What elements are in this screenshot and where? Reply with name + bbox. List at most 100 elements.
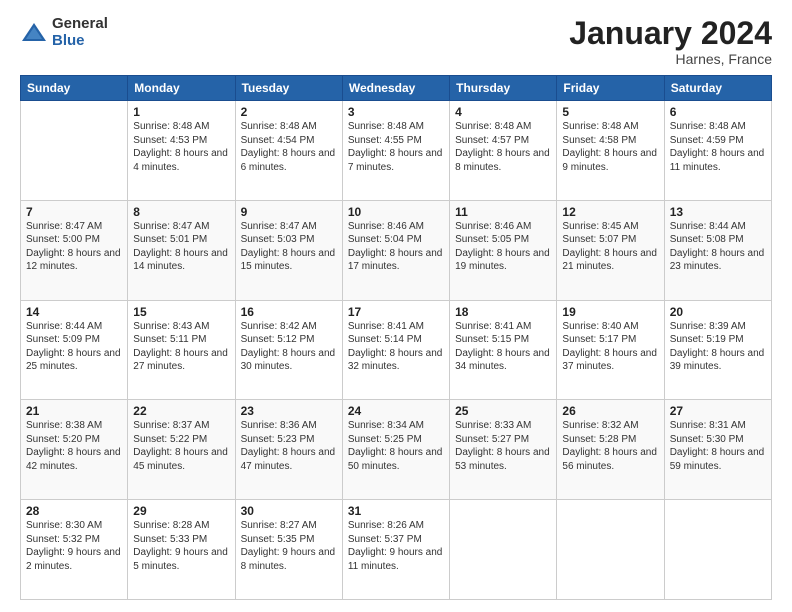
table-row: 23 Sunrise: 8:36 AMSunset: 5:23 PMDaylig…	[235, 400, 342, 500]
day-number: 28	[26, 504, 122, 518]
col-sunday: Sunday	[21, 76, 128, 101]
month-title: January 2024	[569, 16, 772, 51]
day-info: Sunrise: 8:32 AMSunset: 5:28 PMDaylight:…	[562, 420, 657, 472]
day-number: 2	[241, 105, 337, 119]
day-number: 9	[241, 205, 337, 219]
table-row: 24 Sunrise: 8:34 AMSunset: 5:25 PMDaylig…	[342, 400, 449, 500]
table-row: 2 Sunrise: 8:48 AMSunset: 4:54 PMDayligh…	[235, 101, 342, 201]
table-row: 15 Sunrise: 8:43 AMSunset: 5:11 PMDaylig…	[128, 300, 235, 400]
day-number: 27	[670, 404, 766, 418]
table-row: 8 Sunrise: 8:47 AMSunset: 5:01 PMDayligh…	[128, 200, 235, 300]
table-row: 25 Sunrise: 8:33 AMSunset: 5:27 PMDaylig…	[450, 400, 557, 500]
day-number: 4	[455, 105, 551, 119]
day-number: 5	[562, 105, 658, 119]
table-row: 12 Sunrise: 8:45 AMSunset: 5:07 PMDaylig…	[557, 200, 664, 300]
day-info: Sunrise: 8:48 AMSunset: 4:54 PMDaylight:…	[241, 121, 336, 173]
day-info: Sunrise: 8:42 AMSunset: 5:12 PMDaylight:…	[241, 321, 336, 373]
calendar-page: General Blue January 2024 Harnes, France…	[0, 0, 792, 612]
table-row: 27 Sunrise: 8:31 AMSunset: 5:30 PMDaylig…	[664, 400, 771, 500]
day-number: 12	[562, 205, 658, 219]
table-row	[21, 101, 128, 201]
title-block: January 2024 Harnes, France	[569, 16, 772, 67]
table-row: 17 Sunrise: 8:41 AMSunset: 5:14 PMDaylig…	[342, 300, 449, 400]
table-row: 22 Sunrise: 8:37 AMSunset: 5:22 PMDaylig…	[128, 400, 235, 500]
day-info: Sunrise: 8:41 AMSunset: 5:15 PMDaylight:…	[455, 321, 550, 373]
day-info: Sunrise: 8:36 AMSunset: 5:23 PMDaylight:…	[241, 420, 336, 472]
day-number: 13	[670, 205, 766, 219]
col-monday: Monday	[128, 76, 235, 101]
table-row: 21 Sunrise: 8:38 AMSunset: 5:20 PMDaylig…	[21, 400, 128, 500]
day-info: Sunrise: 8:48 AMSunset: 4:57 PMDaylight:…	[455, 121, 550, 173]
day-info: Sunrise: 8:37 AMSunset: 5:22 PMDaylight:…	[133, 420, 228, 472]
header: General Blue January 2024 Harnes, France	[20, 16, 772, 67]
day-number: 29	[133, 504, 229, 518]
day-info: Sunrise: 8:48 AMSunset: 4:53 PMDaylight:…	[133, 121, 228, 173]
day-number: 23	[241, 404, 337, 418]
day-info: Sunrise: 8:48 AMSunset: 4:58 PMDaylight:…	[562, 121, 657, 173]
day-info: Sunrise: 8:31 AMSunset: 5:30 PMDaylight:…	[670, 420, 765, 472]
col-tuesday: Tuesday	[235, 76, 342, 101]
table-row: 30 Sunrise: 8:27 AMSunset: 5:35 PMDaylig…	[235, 500, 342, 600]
table-row: 31 Sunrise: 8:26 AMSunset: 5:37 PMDaylig…	[342, 500, 449, 600]
day-number: 6	[670, 105, 766, 119]
table-row	[450, 500, 557, 600]
day-info: Sunrise: 8:38 AMSunset: 5:20 PMDaylight:…	[26, 420, 121, 472]
day-number: 21	[26, 404, 122, 418]
day-number: 10	[348, 205, 444, 219]
col-friday: Friday	[557, 76, 664, 101]
logo-blue: Blue	[52, 33, 108, 50]
table-row: 4 Sunrise: 8:48 AMSunset: 4:57 PMDayligh…	[450, 101, 557, 201]
day-number: 16	[241, 305, 337, 319]
day-number: 24	[348, 404, 444, 418]
calendar-row: 28 Sunrise: 8:30 AMSunset: 5:32 PMDaylig…	[21, 500, 772, 600]
table-row: 13 Sunrise: 8:44 AMSunset: 5:08 PMDaylig…	[664, 200, 771, 300]
table-row: 3 Sunrise: 8:48 AMSunset: 4:55 PMDayligh…	[342, 101, 449, 201]
table-row: 5 Sunrise: 8:48 AMSunset: 4:58 PMDayligh…	[557, 101, 664, 201]
day-info: Sunrise: 8:47 AMSunset: 5:01 PMDaylight:…	[133, 221, 228, 273]
day-info: Sunrise: 8:39 AMSunset: 5:19 PMDaylight:…	[670, 321, 765, 373]
day-info: Sunrise: 8:34 AMSunset: 5:25 PMDaylight:…	[348, 420, 443, 472]
day-info: Sunrise: 8:46 AMSunset: 5:05 PMDaylight:…	[455, 221, 550, 273]
table-row: 19 Sunrise: 8:40 AMSunset: 5:17 PMDaylig…	[557, 300, 664, 400]
table-row: 1 Sunrise: 8:48 AMSunset: 4:53 PMDayligh…	[128, 101, 235, 201]
day-info: Sunrise: 8:46 AMSunset: 5:04 PMDaylight:…	[348, 221, 443, 273]
table-row	[664, 500, 771, 600]
logo: General Blue	[20, 16, 108, 49]
day-info: Sunrise: 8:47 AMSunset: 5:03 PMDaylight:…	[241, 221, 336, 273]
day-number: 7	[26, 205, 122, 219]
day-number: 1	[133, 105, 229, 119]
day-number: 18	[455, 305, 551, 319]
day-number: 3	[348, 105, 444, 119]
calendar-table: Sunday Monday Tuesday Wednesday Thursday…	[20, 75, 772, 600]
col-wednesday: Wednesday	[342, 76, 449, 101]
table-row: 14 Sunrise: 8:44 AMSunset: 5:09 PMDaylig…	[21, 300, 128, 400]
table-row: 6 Sunrise: 8:48 AMSunset: 4:59 PMDayligh…	[664, 101, 771, 201]
day-info: Sunrise: 8:28 AMSunset: 5:33 PMDaylight:…	[133, 520, 228, 572]
table-row: 18 Sunrise: 8:41 AMSunset: 5:15 PMDaylig…	[450, 300, 557, 400]
day-number: 22	[133, 404, 229, 418]
table-row: 28 Sunrise: 8:30 AMSunset: 5:32 PMDaylig…	[21, 500, 128, 600]
day-number: 15	[133, 305, 229, 319]
table-row: 9 Sunrise: 8:47 AMSunset: 5:03 PMDayligh…	[235, 200, 342, 300]
day-number: 19	[562, 305, 658, 319]
day-info: Sunrise: 8:47 AMSunset: 5:00 PMDaylight:…	[26, 221, 121, 273]
day-info: Sunrise: 8:27 AMSunset: 5:35 PMDaylight:…	[241, 520, 336, 572]
day-info: Sunrise: 8:44 AMSunset: 5:09 PMDaylight:…	[26, 321, 121, 373]
table-row: 7 Sunrise: 8:47 AMSunset: 5:00 PMDayligh…	[21, 200, 128, 300]
day-number: 14	[26, 305, 122, 319]
day-info: Sunrise: 8:48 AMSunset: 4:55 PMDaylight:…	[348, 121, 443, 173]
calendar-row: 14 Sunrise: 8:44 AMSunset: 5:09 PMDaylig…	[21, 300, 772, 400]
col-saturday: Saturday	[664, 76, 771, 101]
calendar-row: 7 Sunrise: 8:47 AMSunset: 5:00 PMDayligh…	[21, 200, 772, 300]
day-info: Sunrise: 8:41 AMSunset: 5:14 PMDaylight:…	[348, 321, 443, 373]
day-number: 30	[241, 504, 337, 518]
day-info: Sunrise: 8:33 AMSunset: 5:27 PMDaylight:…	[455, 420, 550, 472]
day-info: Sunrise: 8:44 AMSunset: 5:08 PMDaylight:…	[670, 221, 765, 273]
table-row: 20 Sunrise: 8:39 AMSunset: 5:19 PMDaylig…	[664, 300, 771, 400]
table-row	[557, 500, 664, 600]
day-info: Sunrise: 8:48 AMSunset: 4:59 PMDaylight:…	[670, 121, 765, 173]
header-row: Sunday Monday Tuesday Wednesday Thursday…	[21, 76, 772, 101]
table-row: 11 Sunrise: 8:46 AMSunset: 5:05 PMDaylig…	[450, 200, 557, 300]
location: Harnes, France	[569, 51, 772, 67]
calendar-row: 1 Sunrise: 8:48 AMSunset: 4:53 PMDayligh…	[21, 101, 772, 201]
